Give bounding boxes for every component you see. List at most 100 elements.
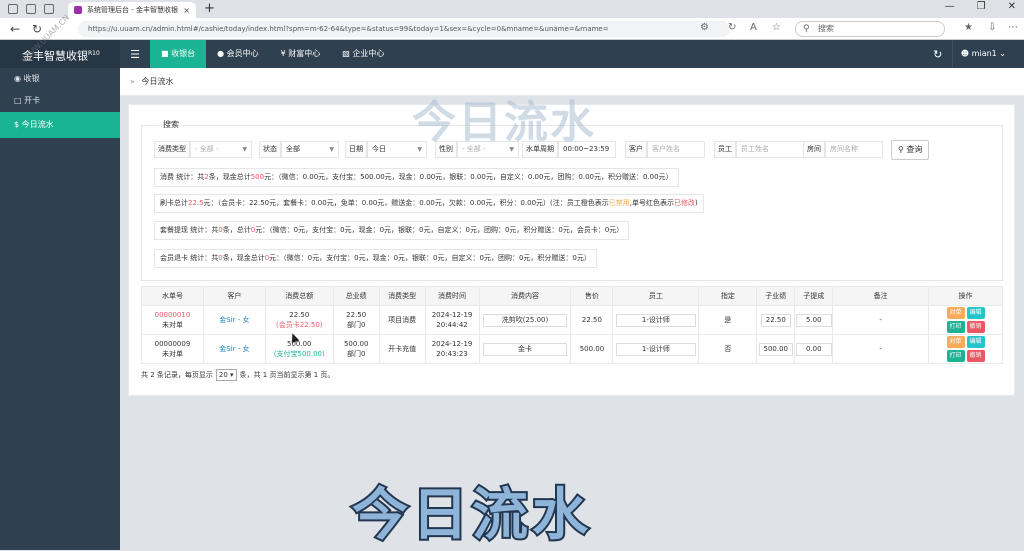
browser-search-field[interactable]: ⚲ 搜索 xyxy=(795,21,945,37)
address-bar-row: ← ↻ https://u.uuam.cn/admin.html#/cashie… xyxy=(0,18,1024,40)
col-header: 水单号 xyxy=(141,286,204,306)
filter-gender: 性别 - 全部 - ▼ xyxy=(435,141,519,158)
content-cell: 金卡 xyxy=(478,334,572,364)
assigned-cell: 是 xyxy=(698,305,758,335)
favorites-icon[interactable]: ★ xyxy=(964,22,973,33)
filter-customer: 客户 客户姓名 xyxy=(625,141,705,158)
customer-input[interactable]: 客户姓名 xyxy=(647,141,705,158)
sidebar-item-label: 开卡 xyxy=(24,96,41,105)
tab-wealth-center[interactable]: ¥ 财富中心 xyxy=(270,40,332,68)
content-cell: 洗剪吹(25.00) xyxy=(478,305,572,335)
refresh-icon[interactable]: ↻ xyxy=(924,48,952,61)
customer-cell[interactable]: 金Sir - 女 xyxy=(202,334,266,364)
sub-perf-cell: 22.50 xyxy=(756,305,796,335)
price-cell: 500.00 xyxy=(570,334,614,364)
pager-text: 条，共 1 页当前显示第 1 页。 xyxy=(239,371,335,379)
search-placeholder: 搜索 xyxy=(818,24,834,33)
page-size-select[interactable]: 20 ▾ xyxy=(215,369,237,381)
tab-cashier-desk[interactable]: ■ 收银台 xyxy=(150,40,207,68)
sidebar-item-open-card[interactable]: □ 开卡 xyxy=(0,90,120,112)
caret-icon: ▼ xyxy=(242,146,247,153)
refresh-page-icon[interactable]: ↻ xyxy=(728,22,736,33)
customer-cell[interactable]: 金Sir - 女 xyxy=(202,305,266,335)
back-icon[interactable]: ← xyxy=(8,22,22,36)
sidebar-item-cashier[interactable]: ◉ 收银 xyxy=(0,68,120,90)
type-cell: 开卡充值 xyxy=(378,334,426,364)
remark-cell: - xyxy=(832,334,930,364)
col-header: 客户 xyxy=(202,286,266,306)
profile-icon[interactable] xyxy=(8,4,18,14)
favorite-star-icon[interactable]: ☆ xyxy=(772,22,781,33)
total-cell: 500.00 (支付宝500.00) xyxy=(264,334,334,364)
print-button[interactable]: 打印 xyxy=(946,321,965,333)
member-icon: ● xyxy=(217,49,227,58)
col-header: 消费类型 xyxy=(378,286,426,306)
filter-status: 状态 全部 ▼ xyxy=(259,141,339,158)
room-label: 房间 xyxy=(803,141,825,158)
filter-room: 房间 房间名称 xyxy=(803,141,883,158)
col-header: 子提成 xyxy=(794,286,834,306)
date-select[interactable]: 今日 ▼ xyxy=(367,141,427,158)
search-icon: ⚲ xyxy=(803,24,810,34)
tab-actions-icon[interactable] xyxy=(44,4,54,14)
search-legend: 搜索 xyxy=(159,119,183,130)
browser-titlebar: 系统管理后台 - 金丰智慧收银 × + — ❐ ✕ xyxy=(0,0,1024,18)
new-tab-button[interactable]: + xyxy=(204,1,215,16)
more-icon[interactable]: ⋯ xyxy=(1008,22,1018,33)
edit-button[interactable]: 编辑 xyxy=(966,336,985,348)
filter-consume-type: 消费类型 - 全部 - ▼ xyxy=(154,141,252,158)
assigned-cell: 否 xyxy=(698,334,758,364)
query-button[interactable]: ⚲ 查询 xyxy=(891,140,930,160)
perf-cell: 500.00 部门0 xyxy=(332,334,380,364)
maximize-icon[interactable]: ❐ xyxy=(977,1,986,12)
caption-overlay: 今日流水 xyxy=(350,481,592,550)
menu-toggle-icon[interactable]: ☰ xyxy=(120,48,150,61)
col-header: 备注 xyxy=(832,286,930,306)
tab-enterprise-center[interactable]: ▧ 企业中心 xyxy=(331,40,395,68)
tab-member-center[interactable]: ● 会员中心 xyxy=(206,40,270,68)
browser-tab[interactable]: 系统管理后台 - 金丰智慧收银 × xyxy=(68,2,196,18)
gender-select[interactable]: - 全部 - ▼ xyxy=(457,141,519,158)
site-favicon-icon xyxy=(74,6,82,14)
caret-icon: ▼ xyxy=(417,146,422,153)
filter-cycle: 水单周期 00:00~23:59 xyxy=(522,141,616,158)
url-field[interactable]: https://u.uuam.cn/admin.html#/cashie/tod… xyxy=(78,21,730,37)
consume-type-select[interactable]: - 全部 - ▼ xyxy=(190,141,252,158)
sidebar-item-today-flow[interactable]: $ 今日流水 xyxy=(0,112,120,138)
order-no-cell: 00000009 未对单 xyxy=(141,334,204,364)
sidebar-item-label: 收银 xyxy=(23,74,40,83)
collections-icon[interactable] xyxy=(26,4,36,14)
revoke-button[interactable]: 撤销 xyxy=(966,321,985,333)
check-button[interactable]: 对单 xyxy=(946,307,965,319)
price-cell: 22.50 xyxy=(570,305,614,335)
col-header: 操作 xyxy=(928,286,1003,306)
tab-title: 系统管理后台 - 金丰智慧收银 xyxy=(87,6,178,14)
minimize-icon[interactable]: — xyxy=(945,1,955,12)
cycle-select[interactable]: 00:00~23:59 xyxy=(558,141,616,158)
total-cell: 22.50 (会员卡22.50) xyxy=(264,305,334,335)
translate-icon[interactable]: ⚙ xyxy=(700,22,709,33)
downloads-icon[interactable]: ⇩ xyxy=(988,22,996,33)
close-tab-icon[interactable]: × xyxy=(183,6,190,15)
status-select[interactable]: 全部 ▼ xyxy=(281,141,339,158)
staff-input[interactable]: 员工姓名 xyxy=(736,141,806,158)
dollar-icon: $ xyxy=(14,120,20,129)
col-header: 消费总额 xyxy=(264,286,334,306)
consume-stats: 消费 统计：共2条，现金总计500元：（微信：0.00元，支付宝：500.00元… xyxy=(154,168,679,187)
edit-button[interactable]: 编辑 xyxy=(966,307,985,319)
check-button[interactable]: 对单 xyxy=(946,336,965,348)
room-input[interactable]: 房间名称 xyxy=(825,141,883,158)
ops-cell: 对单 编辑 打印 撤销 xyxy=(928,334,1003,364)
col-header: 子业绩 xyxy=(756,286,796,306)
print-button[interactable]: 打印 xyxy=(946,350,965,362)
member-refund-stats: 会员退卡 统计：共0条，现金总计0元：（微信：0元，支付宝：0元，现金：0元，银… xyxy=(154,249,597,268)
user-menu[interactable]: ☻ mian1 ⌄ xyxy=(951,40,1014,68)
revoke-button[interactable]: 撤销 xyxy=(966,350,985,362)
breadcrumb-separator-icon: » xyxy=(130,77,135,86)
read-aloud-icon[interactable]: A xyxy=(750,22,757,33)
close-window-icon[interactable]: ✕ xyxy=(1008,1,1016,12)
reload-icon[interactable]: ↻ xyxy=(30,22,44,36)
staff-label: 员工 xyxy=(714,141,736,158)
time-cell: 2024-12-19 20:43:23 xyxy=(424,334,480,364)
page-title: 今日流水 xyxy=(141,77,174,86)
